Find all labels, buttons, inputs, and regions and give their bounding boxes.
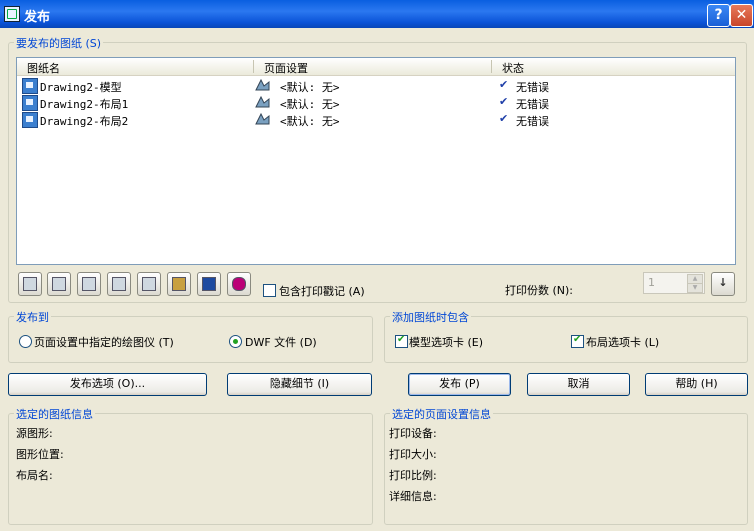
publish-options-button[interactable]: 发布选项 (O)... [8,373,207,396]
layout-tab-checkbox[interactable] [571,334,584,348]
help-title-button[interactable]: ? [707,4,730,27]
plotter-radio[interactable] [19,335,32,348]
move-down-icon[interactable] [137,272,161,296]
sheets-group-label: 要发布的图纸 (S) [14,35,104,51]
dwf-file-radio[interactable] [229,335,242,348]
page-setup-icon [255,95,270,108]
close-button[interactable]: ✕ [730,4,753,27]
status-check-icon: ✔ [499,95,509,108]
selected-sheet-info-label: 选定的图纸信息 [14,406,95,422]
sheet-list-header: 图纸名 页面设置 状态 [17,58,735,76]
plotter-option-label: 页面设置中指定的绘图仪 (T) [34,336,174,349]
model-tab-label: 模型选项卡 (E) [409,336,484,349]
page-setup-icon [255,112,270,125]
page-setup-value: <默认: 无> [280,81,340,94]
column-sheet-name[interactable]: 图纸名 [27,60,60,76]
sheet-icon [22,95,38,111]
include-when-adding-label: 添加图纸时包含 [390,309,471,325]
sort-sheets-icon[interactable]: ↓ [711,272,735,296]
include-plot-stamp-checkbox[interactable] [263,284,276,297]
window-title: 发布 [24,10,51,25]
plot-device-label: 打印设备: [389,427,437,440]
sheet-name: Drawing2-布局2 [40,115,129,128]
dwf-option-label: DWF 文件 (D) [245,336,317,349]
status-value: 无错误 [516,115,549,128]
publish-to-label: 发布到 [14,309,51,325]
sheet-name: Drawing2-模型 [40,81,122,94]
copies-label: 打印份数 (N): [505,284,574,297]
page-setup-value: <默认: 无> [280,98,340,111]
table-row[interactable]: Drawing2-布局1 <默认: 无> ✔ 无错误 [17,94,735,111]
status-check-icon: ✔ [499,78,509,91]
sheet-icon [22,78,38,94]
source-drawing-label: 源图形: [16,427,53,440]
page-setup-value: <默认: 无> [280,115,340,128]
hide-details-button[interactable]: 隐藏细节 (I) [227,373,372,396]
details-label: 详细信息: [389,490,437,503]
selected-page-setup-info-group [384,413,748,525]
publish-button[interactable]: 发布 (P) [408,373,511,396]
status-value: 无错误 [516,98,549,111]
plot-stamp-settings-icon[interactable] [227,272,251,296]
column-status[interactable]: 状态 [502,60,524,76]
title-bar: 发布 ? ✕ [0,0,754,28]
load-sheet-list-icon[interactable] [167,272,191,296]
add-sheets-icon[interactable] [47,272,71,296]
help-button[interactable]: 帮助 (H) [645,373,748,396]
table-row[interactable]: Drawing2-模型 <默认: 无> ✔ 无错误 [17,77,735,94]
drawing-location-label: 图形位置: [16,448,64,461]
column-page-setup[interactable]: 页面设置 [264,60,308,76]
sheet-list[interactable]: 图纸名 页面设置 状态 Drawing2-模型 <默认: 无> ✔ 无错误 Dr… [16,57,736,265]
plot-size-label: 打印大小: [389,448,437,461]
remove-sheets-icon[interactable] [77,272,101,296]
move-up-icon[interactable] [107,272,131,296]
copies-spinner[interactable]: 1 ▲ ▼ [643,272,705,294]
status-value: 无错误 [516,81,549,94]
copies-value: 1 [648,276,655,289]
cancel-button[interactable]: 取消 [527,373,630,396]
table-row[interactable]: Drawing2-布局2 <默认: 无> ✔ 无错误 [17,111,735,128]
include-plot-stamp-label: 包含打印戳记 (A) [279,285,365,298]
selected-sheet-info-group [8,413,373,525]
layout-tab-label: 布局选项卡 (L) [586,336,660,349]
selected-page-setup-info-label: 选定的页面设置信息 [390,406,493,422]
sheet-icon [22,112,38,128]
layout-name-label: 布局名: [16,469,53,482]
spin-down-button[interactable]: ▼ [687,283,703,293]
preview-icon[interactable] [18,272,42,296]
sheet-name: Drawing2-布局1 [40,98,129,111]
autocad-app-icon [4,6,20,22]
plot-scale-label: 打印比例: [389,469,437,482]
column-divider[interactable] [253,60,254,73]
page-setup-icon [255,78,270,91]
column-divider[interactable] [491,60,492,73]
status-check-icon: ✔ [499,112,509,125]
model-tab-checkbox[interactable] [395,334,408,348]
save-sheet-list-icon[interactable] [197,272,221,296]
publish-dialog: 发布 ? ✕ 要发布的图纸 (S) 图纸名 页面设置 状态 Drawing2-模… [0,0,754,531]
